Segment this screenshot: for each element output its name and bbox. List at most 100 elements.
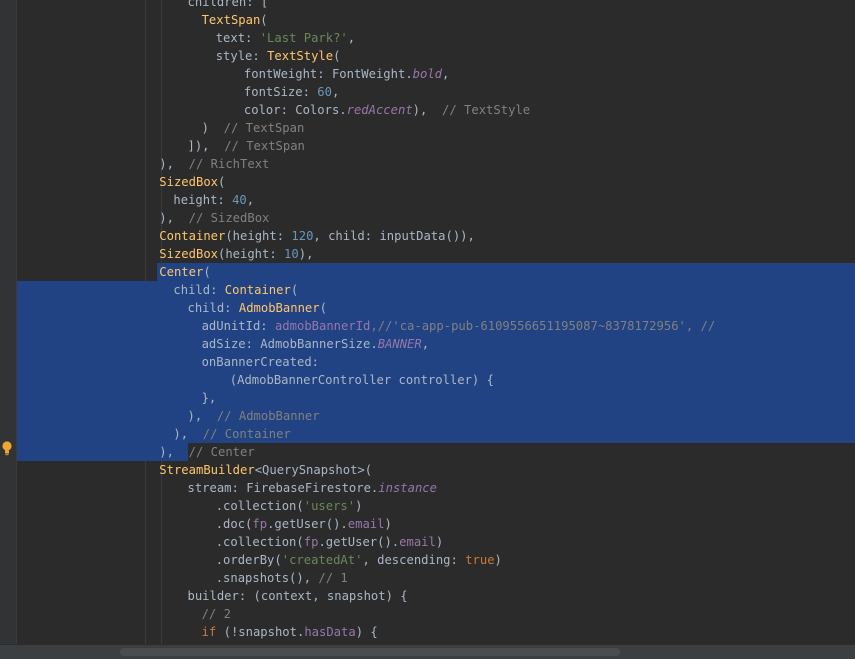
code-token: style: (215, 49, 268, 63)
code-token: // Center (188, 445, 255, 459)
code-token: fp (303, 535, 319, 549)
code-token: , child: inputData()), (313, 229, 475, 243)
code-token: , (442, 67, 450, 81)
selection-highlight (17, 281, 855, 299)
code-line[interactable]: if (!snapshot.hasData) { (17, 623, 855, 641)
code-line[interactable]: stream: FirebaseFirestore.instance (17, 479, 855, 497)
code-token: 60 (317, 85, 332, 99)
code-token: 'Last Park?' (259, 31, 348, 45)
code-line[interactable]: // 2 (17, 605, 855, 623)
code-line[interactable]: StreamBuilder<QuerySnapshot>( (17, 461, 855, 479)
code-token: (!snapshot. (223, 625, 305, 639)
code-token: ( (290, 283, 299, 297)
code-token: ), (159, 445, 189, 459)
code-token: onBannerCreated: (201, 355, 319, 369)
code-token: , (347, 31, 356, 45)
code-token: , (246, 193, 255, 207)
code-token: builder: (context, snapshot) { (187, 589, 408, 603)
code-line[interactable]: adSize: AdmobBannerSize.BANNER, (17, 335, 855, 353)
code-token: fontWeight: FontWeight. (243, 67, 413, 81)
code-token: ), (412, 103, 443, 117)
code-line[interactable]: fontWeight: FontWeight.bold, (17, 65, 855, 83)
code-token: // Container (202, 427, 291, 441)
code-token: ), (159, 157, 189, 171)
code-token: adSize: AdmobBannerSize. (201, 337, 378, 351)
code-token: fp (252, 517, 268, 531)
code-token: BANNER (377, 337, 422, 351)
code-line[interactable]: }, (17, 389, 855, 407)
code-line[interactable]: ), // SizedBox (17, 209, 855, 227)
code-token: email (399, 535, 436, 549)
code-token: fontSize: (243, 85, 318, 99)
code-line[interactable]: child: Container( (17, 281, 855, 299)
lightbulb-icon[interactable] (1, 440, 13, 456)
code-token: color: Colors. (243, 103, 347, 117)
selection-highlight (17, 299, 855, 317)
code-token: TextStyle (267, 49, 334, 63)
selection-highlight (17, 407, 855, 425)
code-token: .getUser(). (318, 535, 400, 549)
code-line[interactable]: adUnitId: admobBannerId,//'ca-app-pub-61… (17, 317, 855, 335)
code-line[interactable]: builder: (context, snapshot) { (17, 587, 855, 605)
code-line[interactable]: color: Colors.redAccent), // TextStyle (17, 101, 855, 119)
code-token: instance (378, 481, 437, 495)
code-line[interactable]: ), // RichText (17, 155, 855, 173)
code-line[interactable]: TextSpan( (17, 11, 855, 29)
code-token: (height: (225, 229, 292, 243)
code-line[interactable]: children: [ (17, 0, 855, 11)
code-token: TextSpan (201, 13, 261, 27)
code-token: ( (218, 175, 226, 189)
code-line[interactable]: .orderBy('createdAt', descending: true) (17, 551, 855, 569)
code-line[interactable]: child: AdmobBanner( (17, 299, 855, 317)
code-token: // SizedBox (188, 211, 270, 225)
code-line[interactable]: .collection('users') (17, 497, 855, 515)
code-line[interactable]: onBannerCreated: (17, 353, 855, 371)
code-token: 120 (291, 229, 314, 243)
code-line[interactable]: Container(height: 120, child: inputData(… (17, 227, 855, 245)
code-line[interactable]: height: 40, (17, 191, 855, 209)
code-token: ) (494, 553, 502, 567)
code-token: .doc( (215, 517, 253, 531)
selection-highlight (157, 263, 855, 281)
code-line[interactable]: SizedBox( (17, 173, 855, 191)
code-token: , (421, 337, 430, 351)
code-token: bold (412, 67, 443, 81)
code-editor[interactable]: children: [TextSpan(text: 'Last Park?', s… (17, 0, 855, 645)
code-line[interactable]: Center( (17, 263, 855, 281)
code-line[interactable]: .doc(fp.getUser().email) (17, 515, 855, 533)
code-token: (AdmobBannerController controller) { (229, 373, 494, 387)
code-line[interactable]: .snapshots(), // 1 (17, 569, 855, 587)
code-line[interactable]: ]), // TextSpan (17, 137, 855, 155)
code-token: Center (159, 265, 204, 279)
code-token: // RichText (188, 157, 270, 171)
code-token: height: (173, 193, 233, 207)
code-token: text: (215, 31, 260, 45)
code-token: ), (159, 211, 189, 225)
code-line[interactable]: ), // Center (17, 443, 855, 461)
code-line[interactable]: ) // TextSpan (17, 119, 855, 137)
selection-highlight (17, 335, 855, 353)
code-token: ( (260, 13, 268, 27)
code-line[interactable]: (AdmobBannerController controller) { (17, 371, 855, 389)
code-line[interactable]: .collection(fp.getUser().email) (17, 533, 855, 551)
code-token: stream: FirebaseFirestore. (187, 481, 379, 495)
code-line[interactable]: SizedBox(height: 10), (17, 245, 855, 263)
code-token: ,//'ca-app-pub-6109556651195087~83781729… (370, 319, 716, 333)
code-token: SizedBox (159, 175, 218, 189)
code-token: 'users' (303, 499, 356, 513)
code-token: ) (201, 121, 224, 135)
code-token: children: [ (187, 0, 269, 9)
code-token: ( (333, 49, 341, 63)
code-line[interactable]: style: TextStyle( (17, 47, 855, 65)
editor-gutter (0, 0, 17, 659)
code-token: // TextStyle (442, 103, 531, 117)
horizontal-scrollbar-thumb[interactable] (120, 648, 620, 656)
code-token: // 1 (318, 571, 348, 585)
code-token: ), (298, 247, 314, 261)
code-line[interactable]: ), // Container (17, 425, 855, 443)
code-token: StreamBuilder (159, 463, 255, 477)
code-line[interactable]: text: 'Last Park?', (17, 29, 855, 47)
code-line[interactable]: ), // AdmobBanner (17, 407, 855, 425)
code-line[interactable]: fontSize: 60, (17, 83, 855, 101)
code-token: , descending: (362, 553, 466, 567)
